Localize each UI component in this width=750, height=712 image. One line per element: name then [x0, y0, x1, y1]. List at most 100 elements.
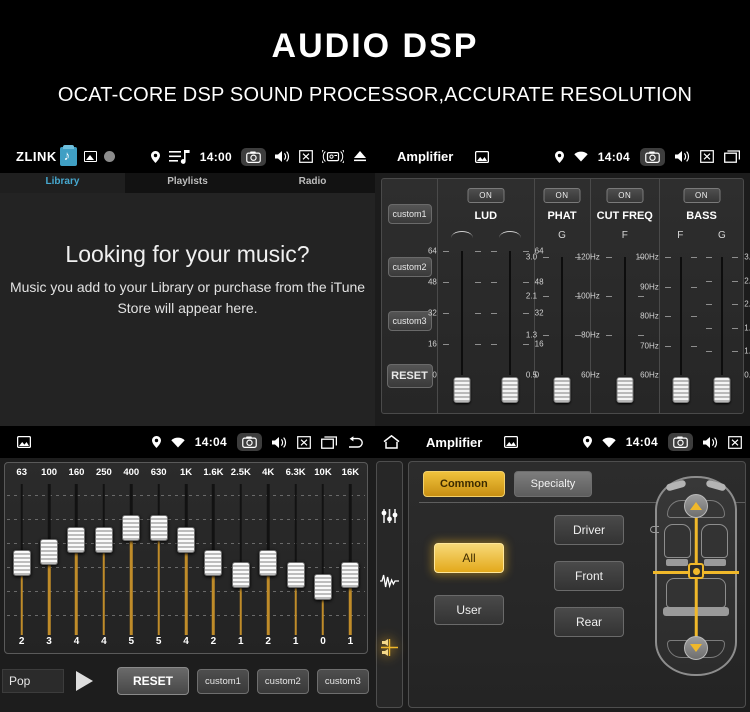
equalizer-sliders-icon[interactable]	[381, 508, 398, 525]
eq-band-lane[interactable]	[145, 484, 172, 635]
slider-knob[interactable]	[259, 550, 278, 576]
eq-band-lane[interactable]	[90, 484, 117, 635]
cutfreq-on-button[interactable]: ON	[606, 188, 644, 203]
eq-band-4k[interactable]: 4K 2	[255, 467, 282, 651]
eq-band-63[interactable]: 63 2	[8, 467, 35, 651]
slider-knob[interactable]	[231, 562, 250, 588]
home-icon[interactable]	[383, 435, 400, 449]
eq-preset-select[interactable]: Pop	[2, 669, 64, 693]
radio-icon[interactable]	[322, 150, 344, 163]
eq-band-6-3k[interactable]: 6.3K 1	[282, 467, 309, 651]
tab-specialty[interactable]: Specialty	[513, 471, 593, 497]
eq-band-lane[interactable]	[200, 484, 227, 635]
eq-band-630[interactable]: 630 5	[145, 467, 172, 651]
close-icon[interactable]	[297, 435, 311, 449]
eq-custom1-button[interactable]: custom1	[197, 668, 249, 694]
picture-icon[interactable]	[83, 151, 97, 162]
tab-playlists[interactable]: Playlists	[125, 173, 250, 193]
eq-band-lane[interactable]	[309, 484, 336, 635]
camera-icon[interactable]	[241, 147, 266, 166]
amp-preset-custom2[interactable]: custom2	[387, 257, 432, 278]
slider-knob[interactable]	[453, 377, 471, 403]
waveform-icon[interactable]	[380, 573, 399, 589]
eject-icon[interactable]	[353, 150, 367, 163]
amp-reset-button[interactable]: RESET	[386, 364, 433, 389]
position-front-button[interactable]: Front	[554, 561, 624, 591]
eq-band-1-6k[interactable]: 1.6K 2	[200, 467, 227, 651]
tab-common[interactable]: Common	[423, 471, 505, 497]
eq-band-1k[interactable]: 1K 4	[172, 467, 199, 651]
play-icon[interactable]	[76, 671, 93, 691]
slider-knob[interactable]	[12, 550, 31, 576]
balance-speaker-icon[interactable]	[380, 638, 399, 657]
eq-custom3-button[interactable]: custom3	[316, 668, 369, 694]
back-icon[interactable]	[347, 435, 365, 449]
bass-on-button[interactable]: ON	[683, 188, 720, 203]
slider-knob[interactable]	[553, 377, 571, 403]
eq-custom2-button[interactable]: custom2	[256, 668, 309, 694]
eq-reset-button[interactable]: RESET	[117, 667, 190, 695]
slider-knob[interactable]	[672, 377, 690, 403]
car-balance-diagram[interactable]	[650, 476, 739, 676]
eq-band-lane[interactable]	[255, 484, 282, 635]
camera-icon[interactable]	[237, 433, 262, 451]
recents-icon[interactable]	[321, 435, 337, 449]
picture-icon[interactable]	[475, 150, 490, 163]
eq-band-100[interactable]: 100 3	[35, 467, 62, 651]
slider-knob[interactable]	[341, 562, 360, 588]
camera-icon[interactable]	[640, 147, 665, 166]
eq-band-lane[interactable]	[8, 484, 35, 635]
slider-knob[interactable]	[501, 377, 519, 403]
close-icon[interactable]	[700, 150, 714, 163]
lud-on-button[interactable]: ON	[467, 188, 505, 203]
eq-band-2-5k[interactable]: 2.5K 1	[227, 467, 254, 651]
eq-band-lane[interactable]	[35, 484, 62, 635]
slider-knob[interactable]	[177, 527, 196, 553]
eq-band-16k[interactable]: 16K 1	[337, 467, 364, 651]
slider-knob[interactable]	[122, 515, 141, 541]
eq-band-lane[interactable]	[227, 484, 254, 635]
eq-band-lane[interactable]	[282, 484, 309, 635]
center-crosshair-icon[interactable]	[688, 563, 704, 579]
close-icon[interactable]	[728, 435, 742, 449]
camera-icon[interactable]	[668, 433, 693, 451]
tab-library[interactable]: Library	[0, 173, 125, 193]
eq-band-400[interactable]: 400 5	[118, 467, 145, 651]
amp-preset-custom3[interactable]: custom3	[387, 310, 432, 331]
slider-knob[interactable]	[286, 562, 305, 588]
picture-icon[interactable]	[504, 436, 519, 448]
phat-slider-1[interactable]: 3.0 2.1 1.3 0.5	[526, 251, 585, 405]
eq-band-160[interactable]: 160 4	[63, 467, 90, 651]
mode-all-button[interactable]: All	[434, 543, 504, 573]
slider-knob[interactable]	[204, 550, 223, 576]
volume-icon[interactable]	[275, 150, 290, 163]
amp-preset-custom1[interactable]: custom1	[387, 203, 432, 224]
cutfreq-slider-1[interactable]: 120Hz 100Hz 80Hz 60Hz	[577, 251, 648, 405]
eq-band-10k[interactable]: 10K 0	[309, 467, 336, 651]
slider-knob[interactable]	[616, 377, 634, 403]
bass-slider-freq[interactable]: 100Hz 90Hz 80Hz 70Hz 60Hz	[636, 251, 701, 405]
eq-band-lane[interactable]	[63, 484, 90, 635]
eq-band-lane[interactable]	[118, 484, 145, 635]
position-rear-button[interactable]: Rear	[554, 607, 624, 637]
recents-icon[interactable]	[724, 150, 740, 163]
position-driver-button[interactable]: Driver	[554, 515, 624, 545]
slider-knob[interactable]	[713, 377, 731, 403]
slider-knob[interactable]	[313, 574, 332, 600]
tab-radio[interactable]: Radio	[250, 173, 375, 193]
volume-icon[interactable]	[272, 436, 287, 449]
eq-band-250[interactable]: 250 4	[90, 467, 117, 651]
up-arrow-icon[interactable]	[684, 494, 708, 518]
eq-band-lane[interactable]	[337, 484, 364, 635]
picture-icon[interactable]	[17, 436, 31, 448]
volume-icon[interactable]	[703, 436, 718, 449]
lud-slider-2[interactable]: 64 48 32 16 0	[487, 245, 544, 405]
bass-slider-gain[interactable]: 3.0 2.5 2.0 1.5 1.0 0.5	[702, 251, 750, 405]
phat-on-button[interactable]: ON	[543, 188, 581, 203]
lud-slider-1[interactable]: 64 48 32 16 0	[428, 245, 485, 405]
volume-icon[interactable]	[675, 150, 690, 163]
slider-knob[interactable]	[67, 527, 86, 553]
slider-knob[interactable]	[94, 527, 113, 553]
close-icon[interactable]	[299, 150, 313, 163]
eq-band-lane[interactable]	[172, 484, 199, 635]
